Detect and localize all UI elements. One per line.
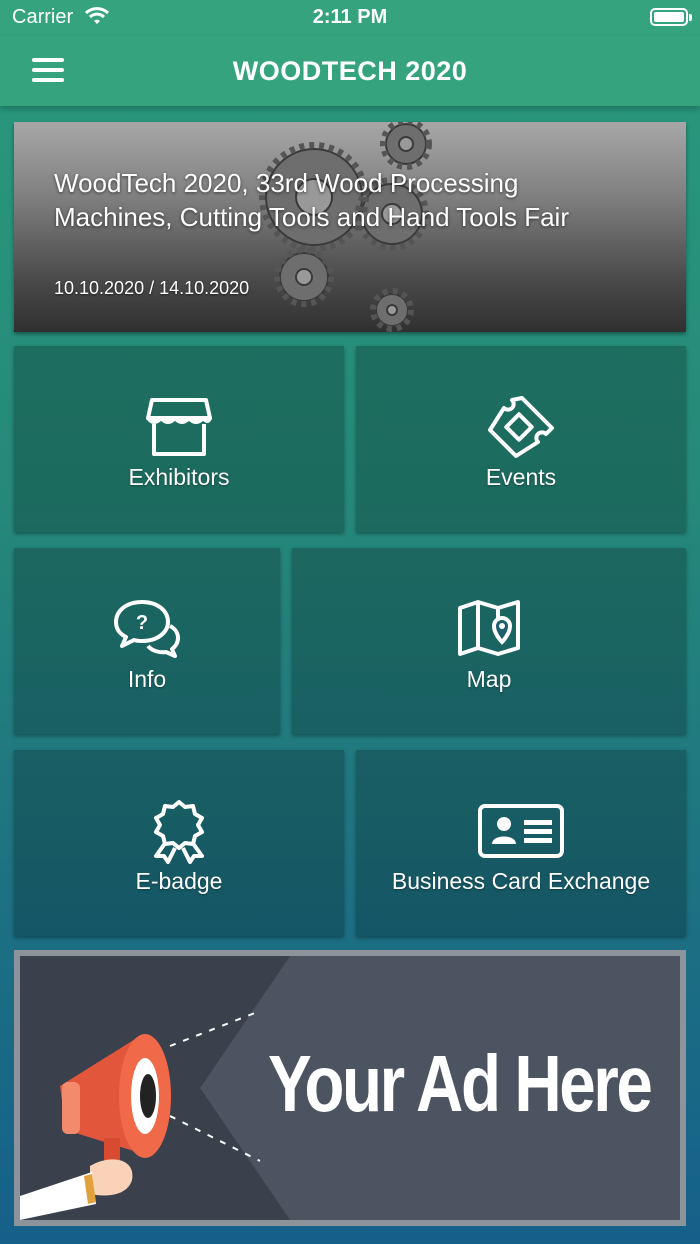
tile-business-card-exchange[interactable]: Business Card Exchange	[356, 750, 686, 936]
svg-text:?: ?	[136, 612, 148, 634]
event-banner[interactable]: WoodTech 2020, 33rd Wood Processing Mach…	[14, 122, 686, 332]
battery-icon	[650, 8, 692, 26]
tile-label: Info	[127, 666, 167, 692]
id-card-icon	[478, 804, 564, 858]
tile-label: Business Card Exchange	[391, 868, 651, 894]
status-bar: Carrier 2:11 PM	[0, 0, 700, 36]
badge-icon	[154, 800, 204, 864]
page-title: WOODTECH 2020	[232, 56, 468, 86]
status-time: 2:11 PM	[312, 6, 388, 28]
tile-events[interactable]: Events	[356, 346, 686, 532]
event-title: WoodTech 2020, 33rd Wood Processing Mach…	[54, 168, 569, 232]
tile-exhibitors[interactable]: Exhibitors	[14, 346, 344, 532]
tile-label: Events	[485, 464, 557, 490]
ticket-icon	[488, 396, 554, 458]
map-pin-icon	[458, 600, 520, 656]
question-chat-icon: ?	[114, 600, 180, 658]
event-dates: 10.10.2020 / 14.10.2020	[54, 278, 250, 298]
tile-e-badge[interactable]: E-badge	[14, 750, 344, 936]
tile-label: Exhibitors	[128, 464, 230, 490]
nav-bar: WOODTECH 2020	[0, 36, 700, 106]
tile-map[interactable]: Map	[292, 548, 686, 734]
tile-label: E-badge	[135, 868, 223, 894]
ad-banner[interactable]: Your Ad Here	[14, 950, 686, 1226]
megaphone-icon	[20, 1034, 171, 1220]
store-icon	[146, 398, 212, 456]
tile-label: Map	[466, 666, 512, 692]
tile-info[interactable]: ? Info	[14, 548, 280, 734]
ad-text: Your Ad Here	[268, 1039, 653, 1128]
